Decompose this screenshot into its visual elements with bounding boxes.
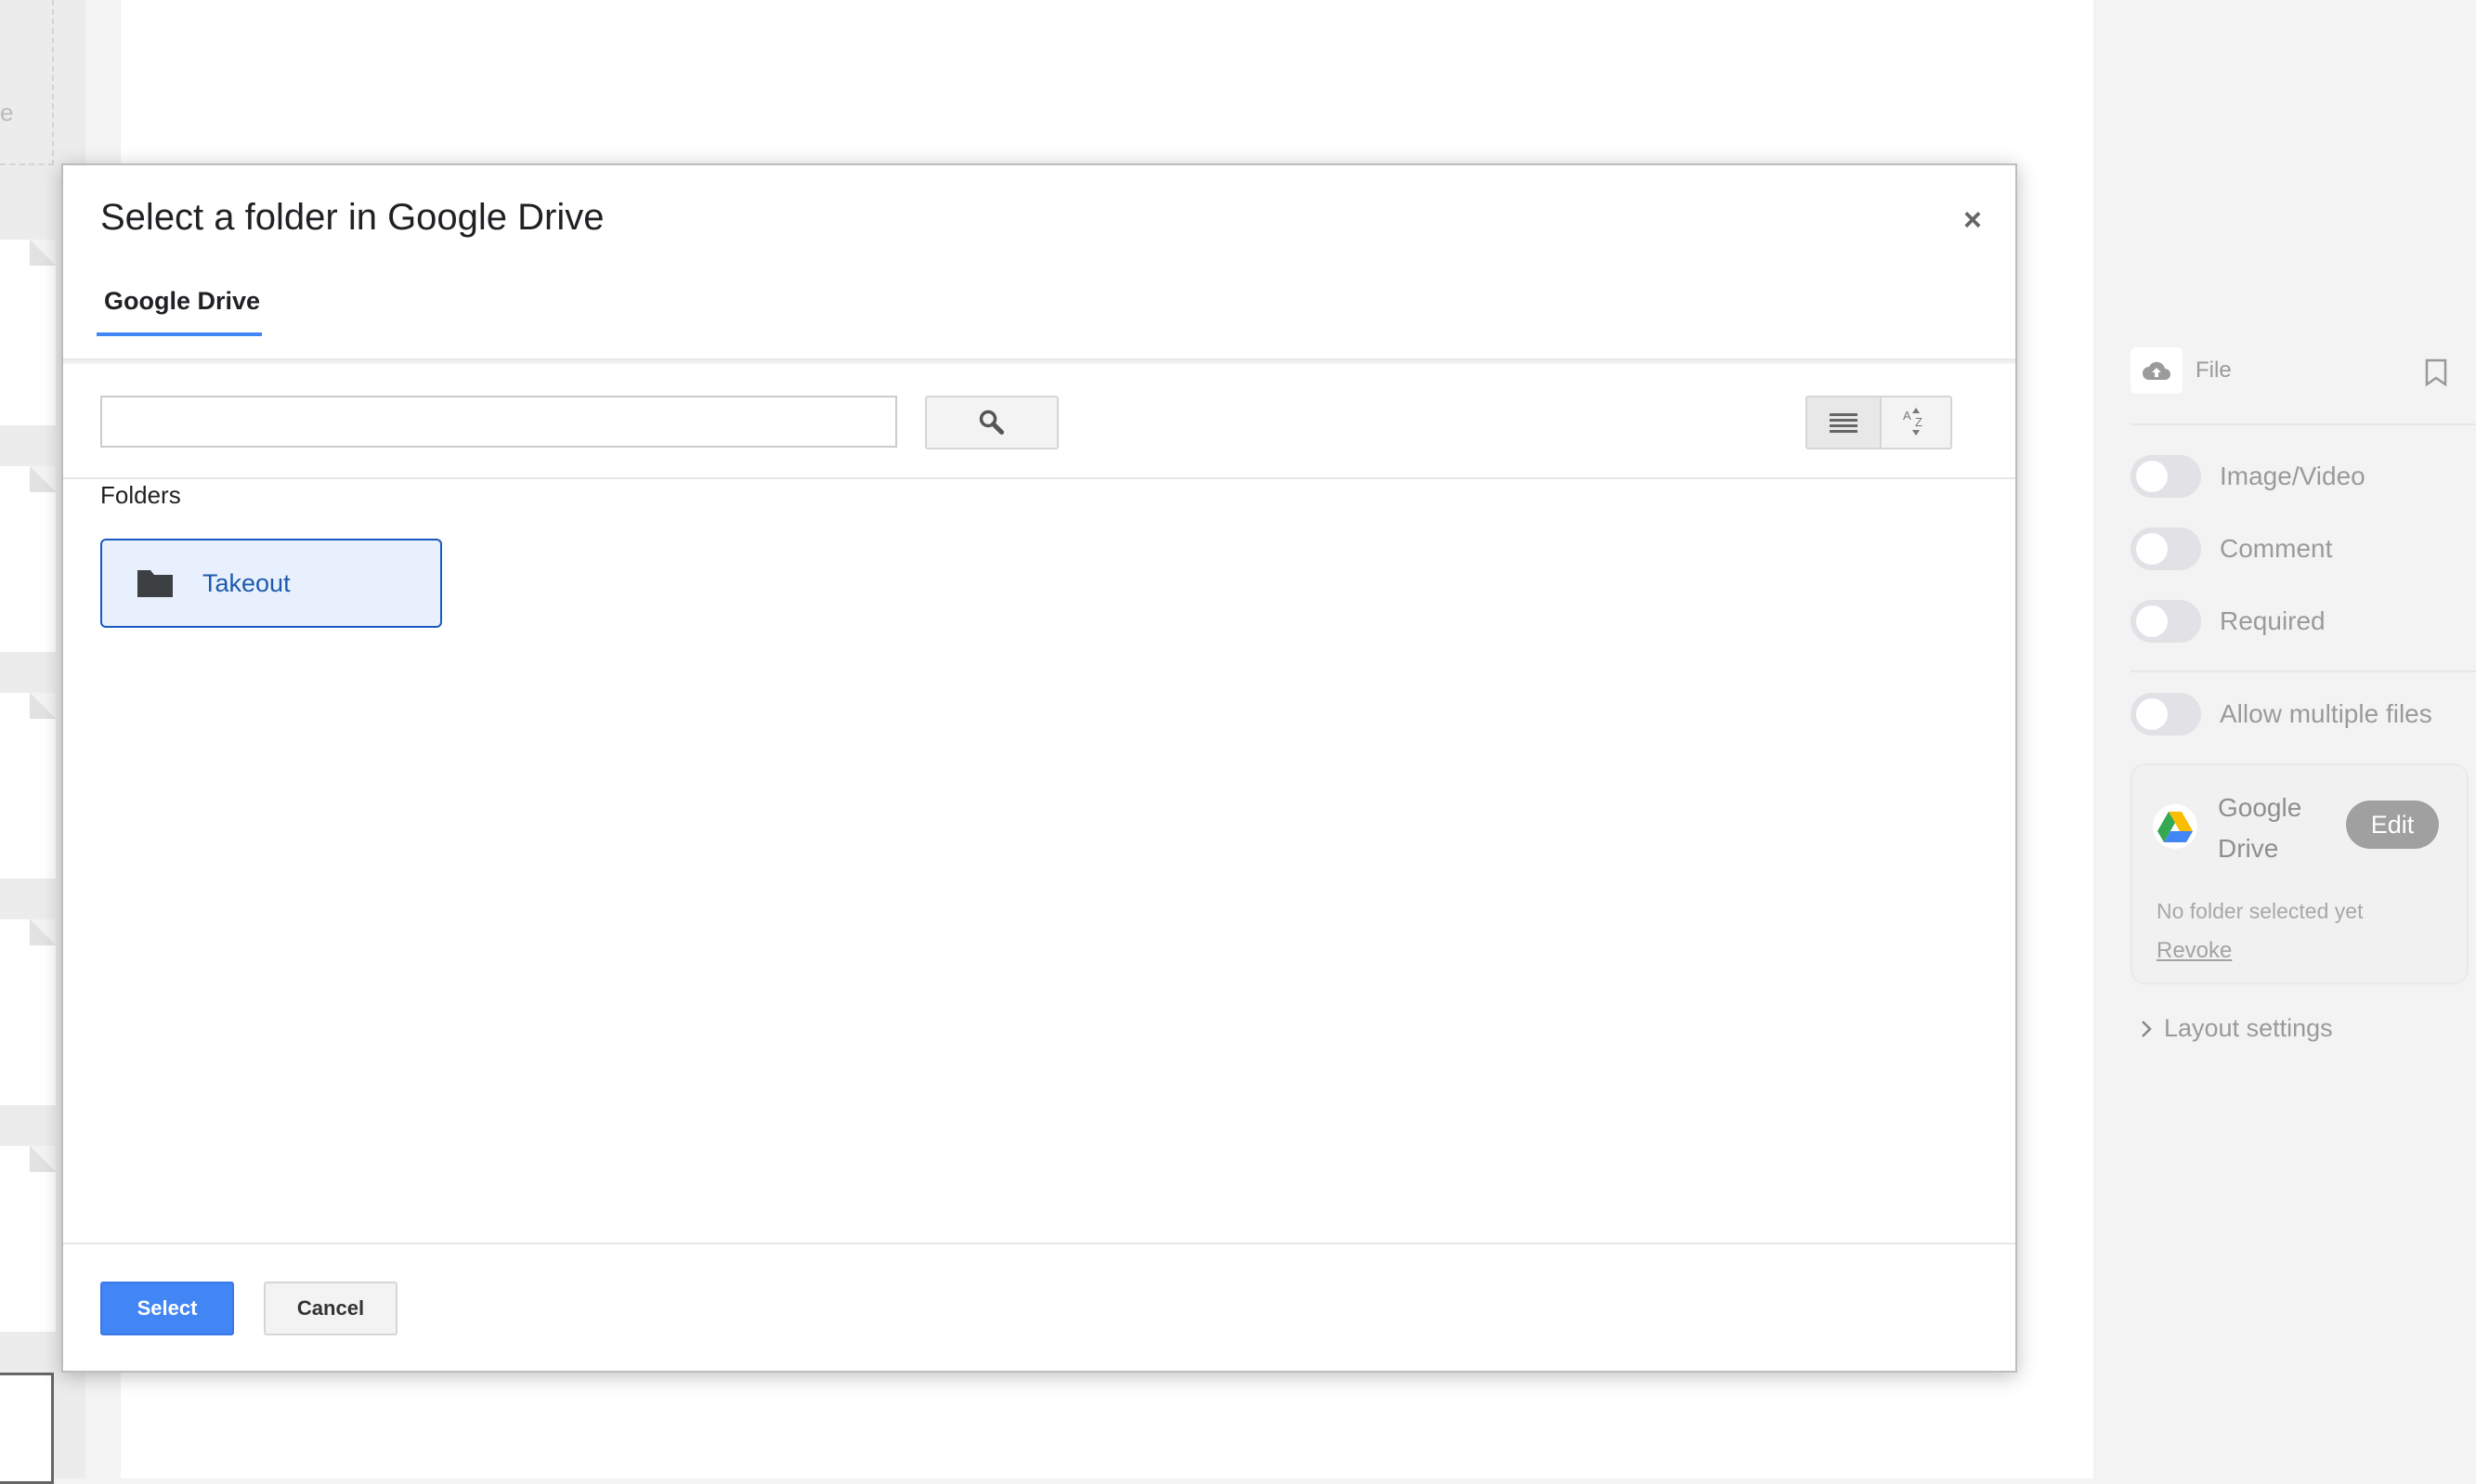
- tab-divider: [63, 358, 2015, 364]
- search-icon: [979, 410, 1004, 435]
- layout-settings-toggle[interactable]: Layout settings: [2140, 1014, 2333, 1043]
- dashed-drop-area: e: [0, 0, 54, 165]
- divider: [2131, 423, 2476, 425]
- svg-text:Z: Z: [1915, 415, 1922, 429]
- toggle-label: Allow multiple files: [2220, 699, 2432, 728]
- file-field-type: File: [2131, 347, 2232, 394]
- partial-label: e: [0, 98, 14, 126]
- edit-button[interactable]: Edit: [2346, 801, 2439, 849]
- toggle-image-video[interactable]: Image/Video: [2131, 455, 2365, 498]
- toggle-switch[interactable]: [2131, 693, 2201, 735]
- toggle-allow-multiple-files[interactable]: Allow multiple files: [2131, 693, 2432, 735]
- tab-active-indicator: [97, 332, 262, 336]
- toggle-comment[interactable]: Comment: [2131, 527, 2332, 570]
- cancel-button[interactable]: Cancel: [264, 1282, 397, 1335]
- tab-google-drive[interactable]: Google Drive: [97, 275, 262, 336]
- layout-settings-label: Layout settings: [2164, 1014, 2333, 1042]
- toggle-label: Required: [2220, 606, 2326, 635]
- integration-name: Google Drive: [2218, 793, 2302, 863]
- google-drive-logo-icon: [2153, 804, 2197, 849]
- toggle-switch[interactable]: [2131, 455, 2201, 498]
- page-card[interactable]: [0, 1146, 56, 1332]
- page-card[interactable]: [0, 919, 56, 1105]
- toolbar-divider: [63, 477, 2015, 479]
- footer-divider: [63, 1243, 2015, 1244]
- close-icon[interactable]: ×: [1963, 202, 1982, 239]
- toggle-switch[interactable]: [2131, 527, 2201, 570]
- list-view-button[interactable]: [1805, 396, 1882, 449]
- sort-az-icon: AZ: [1903, 408, 1922, 436]
- page-card-active[interactable]: [0, 1373, 54, 1484]
- revoke-link[interactable]: Revoke: [2157, 938, 2232, 964]
- tab-label: Google Drive: [104, 287, 261, 315]
- google-drive-card: Google Drive Edit No folder selected yet…: [2131, 763, 2469, 984]
- section-heading-folders: Folders: [100, 481, 181, 509]
- divider: [2131, 670, 2476, 672]
- folder-item-takeout[interactable]: Takeout: [100, 539, 442, 628]
- sort-button[interactable]: AZ: [1880, 396, 1952, 449]
- select-button[interactable]: Select: [100, 1282, 234, 1335]
- dialog-title: Select a folder in Google Drive: [100, 197, 605, 238]
- list-view-icon: [1830, 413, 1857, 433]
- cloud-upload-icon: [2131, 347, 2183, 394]
- page: e File Image/Video Comment Required Allo…: [0, 0, 2476, 1484]
- folder-name: Takeout: [202, 568, 291, 597]
- folder-status: No folder selected yet: [2157, 899, 2364, 923]
- toggle-label: Image/Video: [2220, 462, 2365, 490]
- bookmark-icon[interactable]: [2424, 358, 2448, 391]
- toggle-label: Comment: [2220, 534, 2333, 563]
- page-card[interactable]: [0, 466, 56, 652]
- toggle-required[interactable]: Required: [2131, 600, 2326, 643]
- field-type-label: File: [2196, 358, 2232, 383]
- folder-picker-dialog: Select a folder in Google Drive × Google…: [61, 163, 2017, 1373]
- search-button[interactable]: [925, 396, 1059, 449]
- folder-icon: [137, 570, 173, 597]
- toggle-switch[interactable]: [2131, 600, 2201, 643]
- chevron-right-icon: [2142, 1020, 2152, 1037]
- page-card[interactable]: [0, 240, 56, 425]
- properties-panel: File Image/Video Comment Required Allow …: [2093, 0, 2476, 1478]
- svg-text:A: A: [1903, 409, 1911, 423]
- search-input[interactable]: [100, 396, 897, 448]
- page-card[interactable]: [0, 693, 56, 879]
